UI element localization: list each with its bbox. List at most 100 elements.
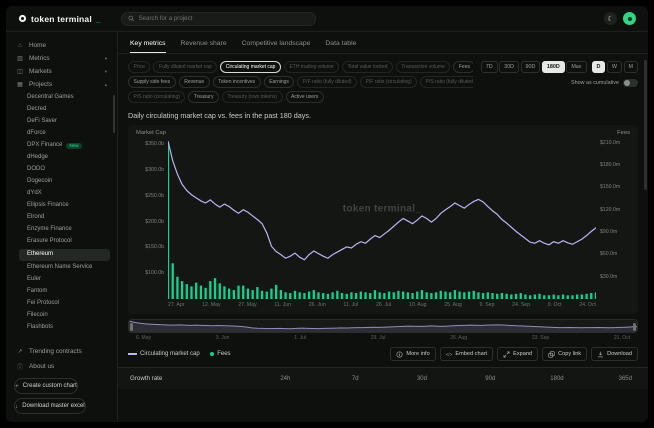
logo-cursor: _ xyxy=(96,14,101,24)
range-90d[interactable]: 90D xyxy=(521,61,541,73)
sidebar-project-decentral-games[interactable]: Decentral Games xyxy=(6,92,117,104)
time-brush[interactable] xyxy=(128,319,638,333)
action-copy-link-button[interactable]: Copy link xyxy=(542,347,587,361)
chart-plot[interactable]: token terminal_ xyxy=(168,139,596,299)
sidebar-item-markets[interactable]: ◫Markets▾ xyxy=(6,65,117,78)
metric-pill-revenue[interactable]: Revenue xyxy=(179,76,210,88)
metric-pill-price[interactable]: Price xyxy=(128,61,150,73)
sidebar-project-dforce[interactable]: dForce xyxy=(6,128,117,140)
metric-pill-p-f-ratio-circulating[interactable]: P/F ratio (circulating) xyxy=(360,76,417,88)
code-icon: </> xyxy=(446,352,453,357)
tab-competitive-landscape[interactable]: Competitive landscape xyxy=(242,32,311,53)
sidebar-project-ellipsis-finance[interactable]: Ellipsis Finance xyxy=(6,200,117,212)
project-label: DeFi Saver xyxy=(27,118,57,125)
range-7d[interactable]: 7D xyxy=(481,61,498,73)
sidebar-item-about-us[interactable]: ⓘAbout us xyxy=(6,358,117,374)
chart-panel: Market Cap Fees $350.0b$300.0b$250.0b$20… xyxy=(128,125,638,314)
metric-pill-earnings[interactable]: Earnings xyxy=(264,76,295,88)
metric-pill-total-value-locked[interactable]: Total value locked xyxy=(342,61,393,73)
sidebar-project-dodo[interactable]: DODO xyxy=(6,164,117,176)
brush-handle-left[interactable] xyxy=(130,323,133,331)
action-download-button[interactable]: Download xyxy=(591,347,638,361)
project-label: dYdX xyxy=(27,190,42,197)
avatar[interactable] xyxy=(623,12,636,25)
metric-pill-transaction-volume[interactable]: Transaction volume xyxy=(396,61,450,73)
sidebar-item-home[interactable]: ⌂Home xyxy=(6,39,117,52)
tab-data-table[interactable]: Data table xyxy=(325,32,356,53)
metric-pill-eth-trading-volume[interactable]: ETH trading volume xyxy=(284,61,339,73)
app-logo[interactable]: token terminal_ xyxy=(18,14,101,24)
metric-pill-p-s-ratio-circulating[interactable]: P/S ratio (circulating) xyxy=(128,91,185,103)
cumulative-toggle[interactable] xyxy=(623,79,638,87)
sidebar-project-erasure-protocol[interactable]: Erasure Protocol xyxy=(6,236,117,248)
time-brush-block: 6. May3. Jun1. Jul29. Jul26. Aug23. Sep2… xyxy=(128,319,638,341)
range-selector: 7D30D90D180DMax xyxy=(481,61,587,73)
sidebar-project-dydx[interactable]: dYdX xyxy=(6,188,117,200)
range-max[interactable]: Max xyxy=(566,61,586,73)
axis-tick-label: $150.0b xyxy=(145,244,164,250)
sidebar-project-list: Decentral GamesDecred DeFi Saver dForceDPX… xyxy=(6,92,117,334)
sidebar-project-defi-saver[interactable]: DeFi Saver xyxy=(6,116,117,128)
brush-tick-label: 3. Jun xyxy=(216,335,230,341)
download-master-excel-button[interactable]: ↓Download master excel xyxy=(14,398,86,414)
sidebar-item-metrics[interactable]: ▥Metrics▾ xyxy=(6,52,117,65)
project-label: Erasure Protocol xyxy=(27,238,72,245)
sidebar-project-elrond[interactable]: Elrond xyxy=(6,212,117,224)
right-axis-ticks: $210.0m$180.0m$150.0m$120.0m$90.0m$60.0m… xyxy=(596,139,630,299)
range-180d[interactable]: 180D xyxy=(542,61,565,73)
brush-tick-label: 23. Sep xyxy=(532,335,549,341)
sidebar-project-decred[interactable]: Decred xyxy=(6,104,117,116)
metric-pill-token-incentives[interactable]: Token incentives xyxy=(213,76,261,88)
metric-pill-fully-diluted-market-cap[interactable]: Fully diluted market cap xyxy=(153,61,217,73)
metric-pill-fees[interactable]: Fees xyxy=(453,61,472,73)
about-icon: ⓘ xyxy=(16,362,24,371)
window-scrollbar[interactable] xyxy=(644,60,647,190)
sidebar-item-projects[interactable]: ▦Projects▴ xyxy=(6,78,117,91)
metric-pill-p-s-ratio-fully-diluted[interactable]: P/S ratio (fully diluted) xyxy=(420,76,473,88)
metric-pill-treasury-own-tokens[interactable]: Treasury (own tokens) xyxy=(222,91,283,103)
sidebar-item-trending-contracts[interactable]: ↗Trending contracts xyxy=(6,344,117,358)
sidebar-project-flashbots[interactable]: Flashbots xyxy=(6,322,117,334)
metric-pill-p-f-ratio-fully-diluted[interactable]: P/F ratio (fully diluted) xyxy=(297,76,357,88)
tab-key-metrics[interactable]: Key metrics xyxy=(130,32,166,53)
tab-revenue-share[interactable]: Revenue share xyxy=(181,32,227,53)
range-30d[interactable]: 30D xyxy=(499,61,519,73)
sidebar-project-fei-protocol[interactable]: Fei Protocol xyxy=(6,298,117,310)
sidebar-project-euler[interactable]: Euler xyxy=(6,274,117,286)
action-more-info-button[interactable]: More info xyxy=(390,347,435,361)
create-custom-chart-button[interactable]: +Create custom chart xyxy=(14,378,78,394)
sidebar-scrollbar[interactable] xyxy=(113,95,115,133)
sidebar-project-fantom[interactable]: Fantom xyxy=(6,286,117,298)
metric-pill-active-users[interactable]: Active users xyxy=(286,91,324,103)
project-label: DODO xyxy=(27,166,45,173)
search-bar[interactable] xyxy=(121,12,316,26)
sidebar-project-enzyme-finance[interactable]: Enzyme Finance xyxy=(6,224,117,236)
sidebar-project-dogecoin[interactable]: Dogecoin xyxy=(6,176,117,188)
sidebar-project-ethereum-name-service[interactable]: Ethereum Name Service xyxy=(6,262,117,274)
action-embed-chart-button[interactable]: </>Embed chart xyxy=(440,347,493,361)
x-tick-label: 9. Oct xyxy=(548,302,562,308)
granularity-w[interactable]: W xyxy=(607,61,622,73)
search-input[interactable] xyxy=(138,15,308,22)
brush-handle-right[interactable] xyxy=(633,323,636,331)
theme-toggle-button[interactable]: ☾ xyxy=(604,12,617,25)
axis-tick-label: $100.0b xyxy=(145,270,164,276)
left-axis-title: Market Cap xyxy=(136,130,166,136)
sidebar-project-ethereum[interactable]: Ethereum xyxy=(19,249,110,261)
granularity-m[interactable]: M xyxy=(624,61,639,73)
metric-pill-supply-side-fees[interactable]: Supply side fees xyxy=(128,76,176,88)
project-label: Dogecoin xyxy=(27,178,52,185)
metric-pill-circulating-market-cap[interactable]: Circulating market cap xyxy=(220,61,281,73)
brush-tick-label: 26. Aug xyxy=(450,335,467,341)
sidebar-project-dpx-finance[interactable]: DPX FinanceNew xyxy=(6,140,117,152)
granularity-d[interactable]: D xyxy=(592,61,606,73)
metric-pill-treasury[interactable]: Treasury xyxy=(188,91,219,103)
axis-tick-label: $250.0b xyxy=(145,193,164,199)
sidebar-project-filecoin[interactable]: Filecoin xyxy=(6,310,117,322)
trending-icon: ↗ xyxy=(16,348,24,355)
logo-icon xyxy=(18,14,27,23)
brush-svg xyxy=(129,320,637,332)
action-expand-button[interactable]: Expand xyxy=(497,347,538,361)
sidebar-project-dhedge[interactable]: dHedge xyxy=(6,152,117,164)
x-tick-label: 10. Aug xyxy=(409,302,427,308)
